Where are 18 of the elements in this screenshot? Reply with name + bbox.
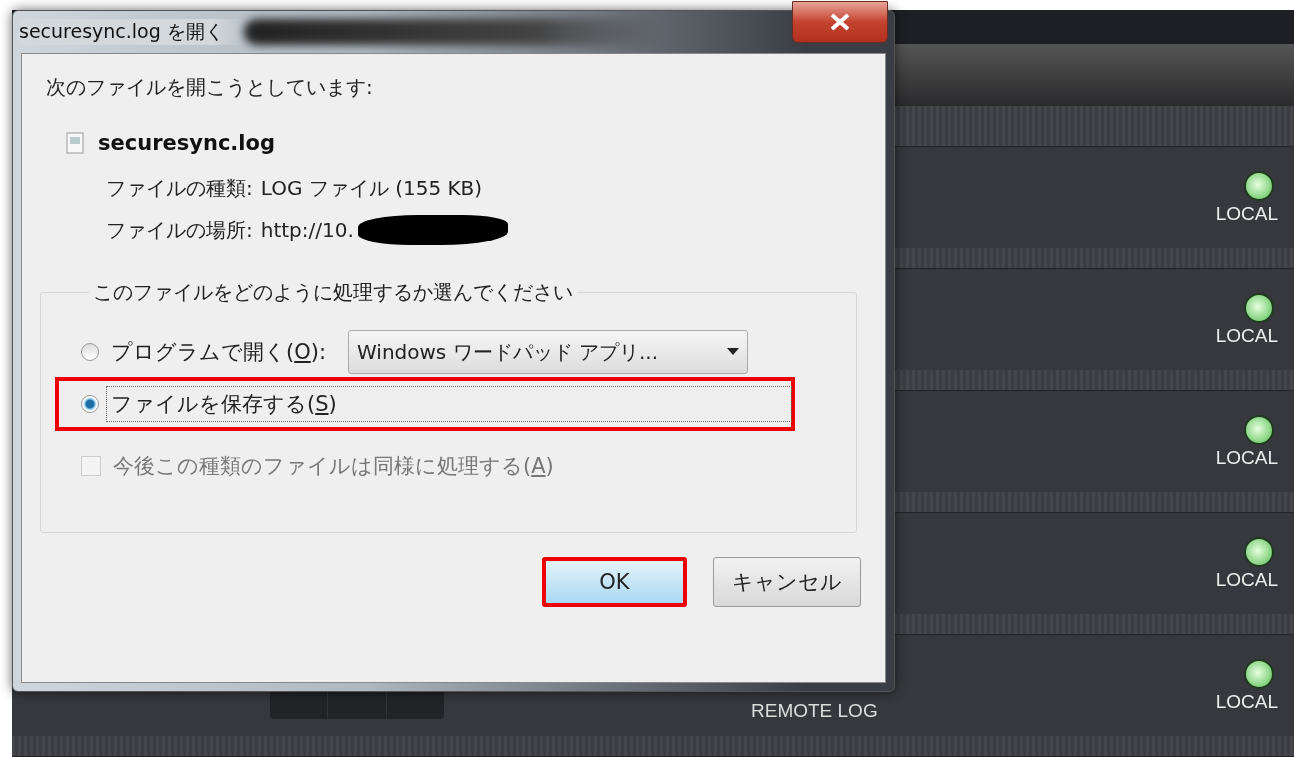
status-label: LOCAL — [1215, 202, 1278, 225]
file-name: securesync.log — [98, 131, 275, 155]
status-label: LOCAL — [1215, 324, 1278, 347]
status-label: LOCAL — [1215, 690, 1278, 713]
detail-label: ファイルの種類: — [106, 174, 253, 202]
dialog-button[interactable]: OK — [542, 557, 687, 607]
option-label[interactable]: プログラムで開く(O): — [107, 335, 330, 369]
option-label[interactable]: ファイルを保存する(S) — [107, 387, 791, 421]
program-dropdown[interactable]: Windows ワードパッド アプリ... — [348, 330, 748, 374]
detail-value: LOG ファイル (155 KB) — [260, 174, 483, 202]
status-label: LOCAL — [1215, 568, 1278, 591]
intro-text: 次のファイルを開こうとしています: — [46, 74, 374, 101]
status-label: LOCAL — [1215, 446, 1278, 469]
detail-label: ファイルの場所: — [106, 216, 253, 244]
dialog-button[interactable]: キャンセル — [713, 557, 861, 607]
status-label: REMOTE LOG — [751, 700, 878, 722]
detail-value: http://10. — [260, 218, 354, 242]
group-label: このファイルをどのように処理するか選んでください — [92, 279, 574, 306]
